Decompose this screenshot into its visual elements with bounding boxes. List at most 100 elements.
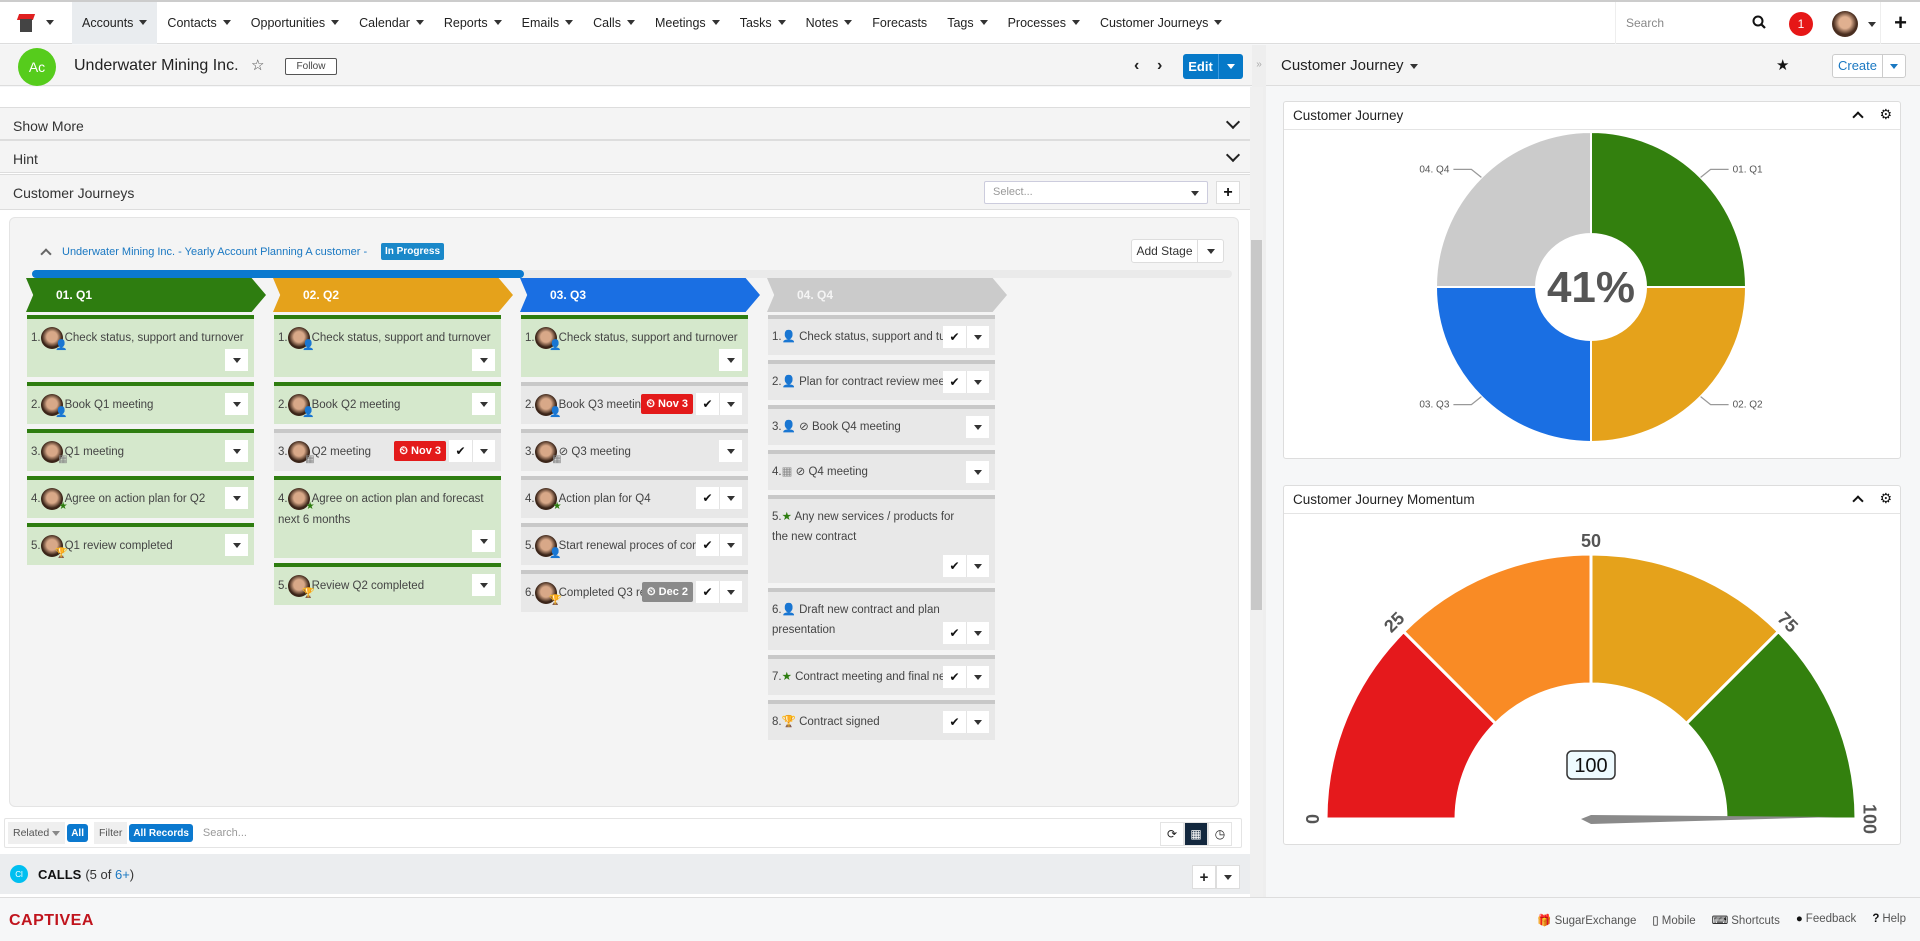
task-title[interactable]: Q1 review completed bbox=[65, 540, 173, 552]
task-title[interactable]: Agree on action plan for Q2 bbox=[65, 493, 206, 505]
complete-check-button[interactable]: ✔ bbox=[696, 581, 719, 603]
related-dropdown[interactable]: Related bbox=[8, 822, 66, 844]
task-actions-dropdown[interactable] bbox=[966, 555, 989, 577]
collapse-journey-icon[interactable] bbox=[40, 248, 52, 260]
stage-header[interactable]: 03. Q3 bbox=[520, 278, 760, 312]
complete-check-button[interactable]: ✔ bbox=[943, 555, 966, 577]
chevron-down-icon[interactable] bbox=[565, 20, 574, 25]
gear-icon[interactable]: ⚙ bbox=[1879, 106, 1892, 123]
subpanel-search-input[interactable]: Search... bbox=[203, 827, 247, 839]
task-actions-dropdown[interactable] bbox=[225, 534, 248, 556]
next-record-button[interactable]: › bbox=[1157, 57, 1162, 75]
task-actions-dropdown[interactable] bbox=[966, 371, 989, 393]
task-card[interactable]: 5. ★ Any new services / products for the… bbox=[768, 495, 995, 583]
nav-item-calls[interactable]: Calls bbox=[583, 2, 645, 44]
chevron-down-icon[interactable] bbox=[1225, 114, 1241, 130]
filter-all-records-pill[interactable]: All Records bbox=[129, 824, 193, 842]
collapse-dashlet-icon[interactable] bbox=[1852, 111, 1864, 123]
activity-stream-icon[interactable]: ◷ bbox=[1208, 822, 1232, 846]
add-call-button[interactable]: + bbox=[1192, 865, 1216, 889]
task-actions-dropdown[interactable] bbox=[719, 581, 742, 603]
add-stage-dropdown[interactable] bbox=[1198, 248, 1223, 254]
app-logo-menu[interactable] bbox=[0, 2, 72, 44]
chevron-down-icon[interactable] bbox=[1214, 20, 1223, 25]
chevron-down-icon[interactable] bbox=[626, 20, 635, 25]
task-title[interactable]: Review Q2 completed bbox=[312, 580, 425, 592]
favorite-star-icon[interactable]: ☆ bbox=[251, 56, 264, 74]
list-view-icon[interactable]: ▦ bbox=[1184, 822, 1208, 846]
add-stage-button[interactable]: Add Stage bbox=[1132, 240, 1198, 262]
global-search-input[interactable]: Search bbox=[1615, 2, 1775, 44]
nav-item-contacts[interactable]: Contacts bbox=[157, 2, 240, 44]
task-actions-dropdown[interactable] bbox=[719, 349, 742, 371]
footer-link-feedback[interactable]: ● Feedback bbox=[1796, 913, 1856, 927]
dashboard-title[interactable]: Customer Journey bbox=[1281, 57, 1418, 74]
task-title[interactable]: Check status, support and turnover bbox=[312, 332, 491, 344]
calls-actions-dropdown[interactable] bbox=[1216, 865, 1240, 889]
nav-item-tags[interactable]: Tags bbox=[937, 2, 997, 44]
nav-item-tasks[interactable]: Tasks bbox=[730, 2, 796, 44]
nav-item-notes[interactable]: Notes bbox=[796, 2, 863, 44]
complete-check-button[interactable]: ✔ bbox=[696, 393, 719, 415]
chevron-down-icon[interactable] bbox=[777, 20, 786, 25]
task-card[interactable]: 2. 👤 Book Q3 meeting ⏲ Nov 3 ✔ bbox=[521, 382, 748, 424]
task-actions-dropdown[interactable] bbox=[225, 349, 248, 371]
complete-check-button[interactable]: ✔ bbox=[943, 326, 966, 348]
follow-button[interactable]: Follow bbox=[285, 58, 337, 75]
footer-link-sugarexchange[interactable]: 🎁 SugarExchange bbox=[1537, 913, 1636, 927]
task-actions-dropdown[interactable] bbox=[472, 440, 495, 462]
add-journey-button[interactable]: + bbox=[1216, 181, 1240, 204]
chevron-down-icon[interactable] bbox=[222, 20, 231, 25]
task-title[interactable]: ⊘ Q3 meeting bbox=[559, 446, 631, 458]
stage-header[interactable]: 02. Q2 bbox=[273, 278, 513, 312]
task-actions-dropdown[interactable] bbox=[225, 440, 248, 462]
chevron-down-icon[interactable] bbox=[1071, 20, 1080, 25]
complete-check-button[interactable]: ✔ bbox=[943, 371, 966, 393]
main-scrollbar-thumb[interactable] bbox=[1251, 240, 1262, 610]
task-title[interactable]: ⊘ Book Q4 meeting bbox=[799, 421, 901, 433]
chevron-down-icon[interactable] bbox=[139, 20, 148, 25]
nav-item-opportunities[interactable]: Opportunities bbox=[241, 2, 349, 44]
task-title[interactable]: Q1 meeting bbox=[65, 446, 124, 458]
task-actions-dropdown[interactable] bbox=[719, 487, 742, 509]
create-dropdown[interactable] bbox=[1883, 63, 1905, 69]
complete-check-button[interactable]: ✔ bbox=[449, 440, 472, 462]
nav-item-calendar[interactable]: Calendar bbox=[349, 2, 434, 44]
task-actions-dropdown[interactable] bbox=[966, 461, 989, 483]
task-card[interactable]: 1. 👤 Check status, support and turnover bbox=[274, 315, 501, 377]
calls-subpanel-header[interactable]: Cl CALLS (5 of 6+) bbox=[0, 854, 1250, 894]
complete-check-button[interactable]: ✔ bbox=[696, 534, 719, 556]
gear-icon[interactable]: ⚙ bbox=[1879, 490, 1892, 507]
task-title[interactable]: ⊘ Q4 meeting bbox=[796, 466, 868, 478]
task-card[interactable]: 8. 🏆 Contract signed ✔ bbox=[768, 700, 995, 740]
task-actions-dropdown[interactable] bbox=[472, 530, 495, 552]
task-actions-dropdown[interactable] bbox=[472, 574, 495, 596]
nav-item-customer-journeys[interactable]: Customer Journeys bbox=[1090, 2, 1232, 44]
task-card[interactable]: 1. 👤 Check status, support and turnover bbox=[27, 315, 254, 377]
user-avatar[interactable] bbox=[1832, 11, 1858, 37]
task-card[interactable]: 1. 👤 Check status, support and turnover bbox=[521, 315, 748, 377]
quick-create-button[interactable]: + bbox=[1880, 2, 1920, 44]
footer-link-mobile[interactable]: ▯ Mobile bbox=[1652, 913, 1695, 927]
task-actions-dropdown[interactable] bbox=[719, 534, 742, 556]
task-actions-dropdown[interactable] bbox=[719, 393, 742, 415]
refresh-icon[interactable]: ⟳ bbox=[1160, 822, 1184, 846]
task-card[interactable]: 2. 👤 Book Q1 meeting bbox=[27, 382, 254, 424]
task-card[interactable]: 6. 🏆 Completed Q3 review ⏲ Dec 2 ✔ bbox=[521, 570, 748, 612]
task-card[interactable]: 2. 👤 Book Q2 meeting bbox=[274, 382, 501, 424]
chevron-down-icon[interactable] bbox=[1225, 147, 1241, 163]
task-actions-dropdown[interactable] bbox=[966, 666, 989, 688]
chevron-down-icon[interactable] bbox=[711, 20, 720, 25]
task-card[interactable]: 4. ★ Agree on action plan for Q2 bbox=[27, 476, 254, 518]
previous-record-button[interactable]: ‹ bbox=[1134, 57, 1139, 75]
task-card[interactable]: 2. 👤 Plan for contract review meeting ✔ bbox=[768, 360, 995, 400]
task-actions-dropdown[interactable] bbox=[472, 393, 495, 415]
task-title[interactable]: Book Q3 meeting bbox=[559, 399, 648, 411]
create-button[interactable]: Create bbox=[1833, 55, 1883, 77]
favorite-dashboard-star-icon[interactable]: ★ bbox=[1776, 56, 1789, 74]
nav-item-forecasts[interactable]: Forecasts bbox=[862, 2, 937, 44]
task-card[interactable]: 3. ▦ ⊘ Q3 meeting bbox=[521, 429, 748, 471]
complete-check-button[interactable]: ✔ bbox=[943, 622, 966, 644]
task-title[interactable]: Book Q2 meeting bbox=[312, 399, 401, 411]
task-title[interactable]: Action plan for Q4 bbox=[559, 493, 651, 505]
